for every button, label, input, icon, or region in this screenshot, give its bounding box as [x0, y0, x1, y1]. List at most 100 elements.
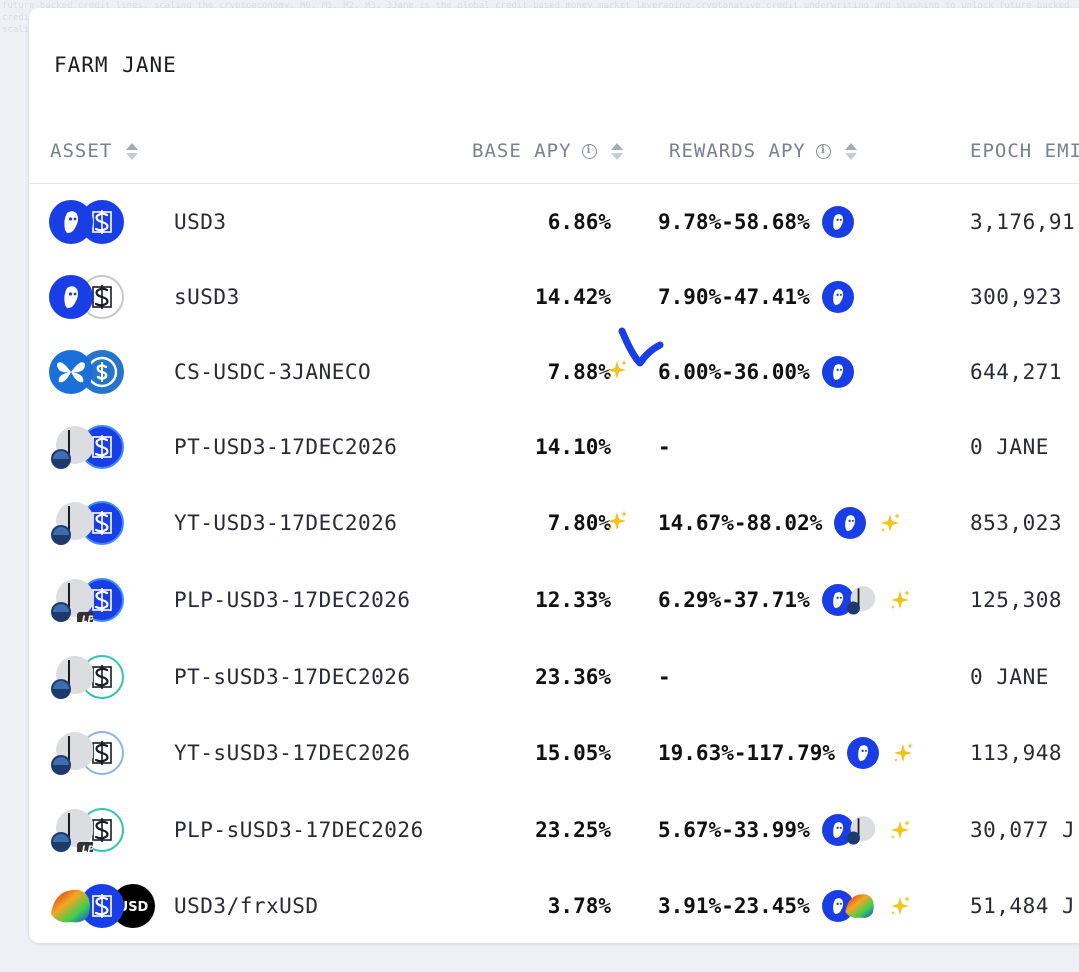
curve-reward-icon	[844, 890, 876, 922]
rewards-apy-cell: -	[658, 435, 671, 459]
rewards-apy-cell: 6.29%-37.71%	[658, 584, 912, 616]
pendle-reward-icon	[844, 584, 876, 616]
base-apy-value: 3.78%	[547, 894, 611, 918]
sparkle-icon	[894, 743, 914, 762]
base-apy-value: 15.05%	[535, 741, 611, 765]
header-epoch-label: EPOCH EMI	[970, 140, 1079, 162]
svg-text:LP: LP	[82, 615, 93, 622]
epoch-emissions-value: 0 JANE	[970, 435, 1049, 459]
asset-icons	[49, 350, 159, 394]
base-apy-value: 6.86%	[547, 210, 611, 234]
curve-token-icon	[49, 884, 93, 928]
table-row[interactable]: USD USD3/frxUSD 3.78% 3.91%-23.45% 51,48…	[29, 868, 1079, 943]
header-rewards-apy[interactable]: REWARDS APY i	[669, 140, 857, 162]
reward-token-icons	[821, 584, 876, 616]
rewards-apy-cell: 19.63%-117.79%	[658, 737, 915, 769]
base-apy-value: 23.36%	[535, 665, 611, 689]
header-rewards-apy-label: REWARDS APY	[669, 140, 806, 162]
sort-icon[interactable]	[844, 142, 857, 160]
epoch-emissions-value: 113,948	[970, 741, 1063, 765]
jane-reward-icon	[847, 737, 880, 769]
reward-token-icons	[834, 507, 867, 539]
epoch-emissions-value: 30,077 J	[970, 818, 1076, 842]
reward-token-icons	[821, 890, 876, 922]
base-apy-value: 12.33%	[535, 588, 611, 612]
jane-reward-icon	[834, 507, 867, 539]
table-row[interactable]: PT-sUSD3-17DEC2026 23.36% - 0 JANE	[29, 639, 1079, 715]
base-apy-value: 14.10%	[535, 435, 611, 459]
header-asset-label: ASSET	[50, 140, 113, 162]
rewards-apy-value: -	[658, 665, 671, 689]
epoch-emissions-value: 853,023	[970, 511, 1063, 535]
asset-icons: LP	[49, 808, 159, 852]
pendle-lp-token-icon: LP	[49, 808, 93, 852]
rewards-apy-value: 19.63%-117.79%	[658, 741, 836, 765]
base-apy-value: 7.88%	[547, 360, 611, 384]
rewards-apy-value: -	[658, 435, 671, 459]
asset-icons: LP	[49, 578, 159, 622]
pendle-token-icon	[49, 425, 93, 469]
table-row[interactable]: CS-USDC-3JANECO 7.88% 6.00%-36.00% 644,2…	[29, 334, 1079, 410]
header-epoch-emissions[interactable]: EPOCH EMI	[970, 140, 1079, 162]
info-icon[interactable]: i	[581, 143, 597, 159]
pendle-token-icon	[49, 731, 93, 775]
pendle-reward-icon	[844, 814, 876, 846]
pendle-token-icon	[49, 501, 93, 545]
jane-token-icon	[49, 200, 93, 244]
asset-name[interactable]: YT-USD3-17DEC2026	[174, 511, 397, 535]
asset-name[interactable]: PLP-sUSD3-17DEC2026	[174, 818, 424, 842]
rewards-apy-cell: 3.91%-23.45%	[658, 890, 912, 922]
table-row[interactable]: YT-sUSD3-17DEC2026 15.05% 19.63%-117.79%…	[29, 715, 1079, 791]
info-icon[interactable]: i	[815, 143, 831, 159]
epoch-emissions-value: 0 JANE	[970, 665, 1049, 689]
epoch-emissions-value: 300,923	[970, 285, 1063, 309]
rewards-apy-value: 6.29%-37.71%	[658, 588, 810, 612]
table-row[interactable]: sUSD3 14.42% 7.90%-47.41% 300,923	[29, 259, 1079, 335]
asset-name[interactable]: CS-USDC-3JANECO	[174, 360, 371, 384]
asset-name[interactable]: sUSD3	[174, 285, 240, 309]
rewards-apy-cell: 5.67%-33.99%	[658, 814, 912, 846]
table-header: ASSET BASE APY i REWARDS APY i EPOCH EMI	[29, 128, 1079, 184]
reward-token-icons	[821, 206, 854, 238]
rewards-apy-cell: 14.67%-88.02%	[658, 507, 902, 539]
asset-name[interactable]: PLP-USD3-17DEC2026	[174, 588, 411, 612]
jane-reward-icon	[821, 206, 854, 238]
header-base-apy[interactable]: BASE APY i	[472, 140, 623, 162]
rewards-apy-value: 3.91%-23.45%	[658, 894, 810, 918]
epoch-emissions-value: 644,271	[970, 360, 1063, 384]
asset-name[interactable]: USD3/frxUSD	[174, 894, 319, 918]
asset-name[interactable]: USD3	[174, 210, 227, 234]
header-asset[interactable]: ASSET	[50, 140, 139, 162]
jane-reward-icon	[821, 281, 854, 313]
header-base-apy-label: BASE APY	[472, 140, 572, 162]
asset-name[interactable]: PT-sUSD3-17DEC2026	[174, 665, 411, 689]
asset-icons: USD	[49, 884, 159, 928]
table-row[interactable]: LP PLP-USD3-17DEC2026 12.33% 6.29%-37.71…	[29, 562, 1079, 638]
epoch-emissions-value: 3,176,91	[970, 210, 1076, 234]
rewards-apy-cell: 7.90%-47.41%	[658, 281, 854, 313]
table-row[interactable]: YT-USD3-17DEC2026 7.80% 14.67%-88.02% 85…	[29, 485, 1079, 561]
table-row[interactable]: USD3 6.86% 9.78%-58.68% 3,176,91	[29, 184, 1079, 260]
reward-token-icons	[821, 814, 876, 846]
asset-name[interactable]: PT-USD3-17DEC2026	[174, 435, 397, 459]
sparkle-icon	[608, 511, 627, 530]
rewards-apy-cell: 9.78%-58.68%	[658, 206, 854, 238]
sort-icon[interactable]	[126, 142, 139, 160]
sparkle-icon	[890, 896, 910, 915]
epoch-emissions-value: 125,308	[970, 588, 1063, 612]
table-row[interactable]: PT-USD3-17DEC2026 14.10% - 0 JANE	[29, 409, 1079, 485]
table-row[interactable]: LP PLP-sUSD3-17DEC2026 23.25% 5.67%-33.9…	[29, 792, 1079, 868]
butterfly-protocol-icon	[49, 350, 93, 394]
asset-icons	[49, 501, 159, 545]
asset-icons	[49, 275, 159, 319]
rewards-apy-cell: -	[658, 665, 671, 689]
sort-icon[interactable]	[610, 142, 623, 160]
rewards-apy-value: 9.78%-58.68%	[658, 210, 810, 234]
rewards-apy-value: 7.90%-47.41%	[658, 285, 810, 309]
asset-icons	[49, 731, 159, 775]
reward-token-icons	[821, 356, 854, 388]
base-boost-indicator	[605, 509, 629, 537]
base-apy-value: 14.42%	[535, 285, 611, 309]
asset-name[interactable]: YT-sUSD3-17DEC2026	[174, 741, 411, 765]
jane-token-icon	[49, 275, 93, 319]
